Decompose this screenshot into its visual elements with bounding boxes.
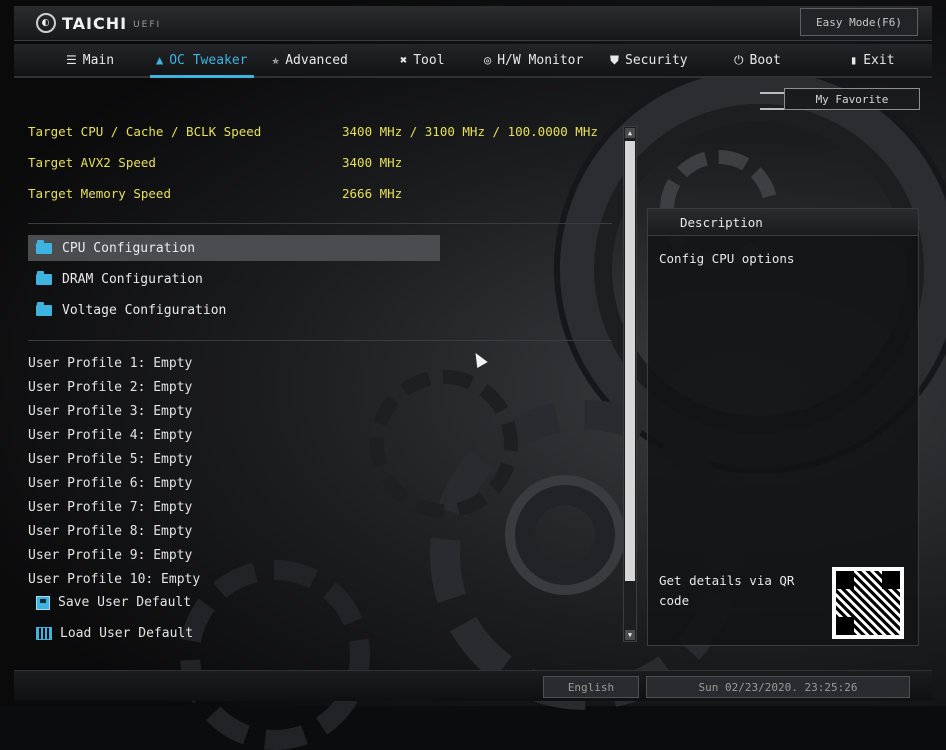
- gear-decoration: [370, 370, 518, 518]
- floppy-disk-icon: [36, 595, 50, 610]
- user-profile-9[interactable]: User Profile 9: Empty: [28, 548, 192, 563]
- description-text: Config CPU options: [659, 251, 795, 266]
- separator: [28, 340, 612, 341]
- flame-icon: ▲: [156, 53, 164, 67]
- tab-advanced[interactable]: ✯ Advanced: [272, 44, 348, 76]
- tab-main[interactable]: ☰ Main: [66, 44, 114, 76]
- logo-subtext: UEFI: [133, 20, 162, 30]
- taichi-logo: ◐ TAICHI UEFI: [36, 13, 161, 33]
- tab-exit[interactable]: ▮ Exit: [850, 44, 895, 76]
- tab-security[interactable]: ⛊ Security: [610, 44, 688, 76]
- logo-text: TAICHI: [62, 13, 128, 33]
- dram-configuration-label: DRAM Configuration: [62, 271, 203, 287]
- date-time-display: Sun 02/23/2020. 23:25:26: [646, 676, 910, 698]
- description-header: Description: [648, 209, 918, 236]
- tab-tool-label: Tool: [413, 52, 445, 68]
- tab-advanced-label: Advanced: [285, 52, 348, 68]
- user-profile-7[interactable]: User Profile 7: Empty: [28, 500, 192, 515]
- tab-main-label: Main: [82, 52, 115, 68]
- cpu-configuration-item[interactable]: CPU Configuration: [28, 235, 440, 261]
- gear-decoration: [505, 475, 625, 595]
- qr-code-icon: [832, 567, 904, 639]
- star-icon: ✯: [272, 53, 280, 67]
- voltage-configuration-item[interactable]: Voltage Configuration: [28, 297, 440, 323]
- tab-security-label: Security: [625, 52, 688, 68]
- scroll-down-arrow-icon[interactable]: ▼: [625, 630, 635, 640]
- power-icon: ⏻: [734, 52, 744, 67]
- taichi-logo-icon: ◐: [36, 13, 56, 33]
- user-profile-1[interactable]: User Profile 1: Empty: [28, 356, 192, 371]
- folder-icon: [36, 301, 52, 316]
- tab-hw-monitor[interactable]: ◎ H/W Monitor: [484, 44, 583, 76]
- tab-boot-label: Boot: [749, 52, 781, 68]
- load-user-default-button[interactable]: Load User Default: [36, 626, 193, 641]
- my-favorite-button[interactable]: My Favorite: [760, 88, 922, 110]
- save-user-default-label: Save User Default: [58, 595, 192, 610]
- monitor-icon: ◎: [484, 53, 492, 67]
- main-menu-bar: ☰ Main ▲ OC Tweaker ✯ Advanced ✖ Tool ◎ …: [14, 44, 932, 78]
- my-favorite-label: My Favorite: [784, 88, 920, 110]
- user-profile-10[interactable]: User Profile 10: Empty: [28, 572, 200, 587]
- user-profile-8[interactable]: User Profile 8: Empty: [28, 524, 192, 539]
- folder-icon: [36, 270, 52, 285]
- info-value-avx2-speed: 3400 MHz: [342, 155, 403, 170]
- description-title: Description: [680, 215, 763, 230]
- info-label-memory-speed: Target Memory Speed: [28, 186, 171, 201]
- tab-hw-monitor-label: H/W Monitor: [497, 52, 584, 68]
- list-icon: ☰: [66, 53, 77, 67]
- easy-mode-button[interactable]: Easy Mode(F6): [800, 8, 918, 36]
- load-user-default-label: Load User Default: [60, 626, 194, 641]
- cpu-configuration-label: CPU Configuration: [62, 240, 196, 256]
- user-profile-2[interactable]: User Profile 2: Empty: [28, 380, 192, 395]
- dram-configuration-item[interactable]: DRAM Configuration: [28, 266, 440, 292]
- user-profile-4[interactable]: User Profile 4: Empty: [28, 428, 192, 443]
- top-bar: ◐ TAICHI UEFI: [14, 6, 932, 41]
- tab-boot[interactable]: ⏻ Boot: [734, 44, 781, 76]
- tab-tool[interactable]: ✖ Tool: [400, 44, 445, 76]
- user-profile-3[interactable]: User Profile 3: Empty: [28, 404, 192, 419]
- tab-oc-tweaker[interactable]: ▲ OC Tweaker: [150, 44, 254, 78]
- description-panel: Description Config CPU options Get detai…: [647, 208, 919, 646]
- tab-exit-label: Exit: [863, 52, 895, 68]
- tool-icon: ✖: [400, 53, 408, 67]
- tab-oc-tweaker-label: OC Tweaker: [169, 52, 248, 68]
- info-label-cpu-speed: Target CPU / Cache / BCLK Speed: [28, 124, 262, 139]
- exit-icon: ▮: [850, 53, 858, 67]
- scroll-thumb[interactable]: [625, 141, 635, 581]
- voltage-configuration-label: Voltage Configuration: [62, 302, 227, 318]
- user-profile-5[interactable]: User Profile 5: Empty: [28, 452, 192, 467]
- save-user-default-button[interactable]: Save User Default: [36, 595, 191, 610]
- gear-decoration: [180, 560, 370, 750]
- folder-icon: [36, 239, 52, 254]
- language-button[interactable]: English: [543, 676, 639, 698]
- scroll-up-arrow-icon[interactable]: ▲: [625, 128, 635, 138]
- user-profile-6[interactable]: User Profile 6: Empty: [28, 476, 192, 491]
- info-label-avx2-speed: Target AVX2 Speed: [28, 155, 156, 170]
- info-value-cpu-speed: 3400 MHz / 3100 MHz / 100.0000 MHz: [342, 124, 598, 139]
- scrollbar[interactable]: ▲ ▼: [623, 126, 637, 642]
- qr-code-caption: Get details via QR code: [659, 573, 795, 608]
- separator: [28, 223, 612, 224]
- shield-icon: ⛊: [610, 52, 620, 67]
- info-value-memory-speed: 2666 MHz: [342, 186, 403, 201]
- load-icon: [36, 627, 52, 640]
